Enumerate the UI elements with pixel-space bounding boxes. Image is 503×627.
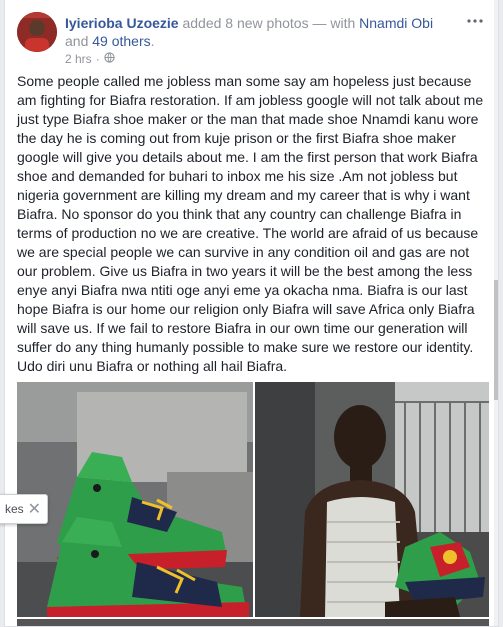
close-icon[interactable]: ✕ [28,499,41,519]
post-timestamp[interactable]: 2 hrs [65,52,92,66]
photo-shoes[interactable] [17,382,253,617]
globe-icon[interactable] [104,52,115,66]
photo-grid [17,382,489,626]
period-text: . [150,33,155,49]
shoemaker-image [255,382,489,617]
popup-text: kes [5,502,24,516]
and-text: and [65,33,93,49]
scrollbar-track[interactable] [494,0,498,626]
more-options-icon[interactable] [466,14,484,28]
tagged-person-link[interactable]: Nnamdi Obi [359,15,433,31]
tagged-others-link[interactable]: 49 others [92,33,150,49]
photo-strip[interactable] [17,619,489,626]
post-header: Iyierioba Uzoezie added 8 new photos — w… [65,14,460,50]
avatar-image [17,12,57,52]
post-action-text: added 8 new photos — with [178,15,360,31]
author-avatar[interactable] [17,12,57,52]
scrollbar-thumb[interactable] [494,280,498,400]
shoes-image [17,382,253,617]
post-meta: 2 hrs · [65,52,115,66]
chat-popup[interactable]: kes ✕ [0,494,48,524]
photo-shoemaker[interactable] [255,382,489,617]
post-card: Iyierioba Uzoezie added 8 new photos — w… [4,0,499,627]
author-name-link[interactable]: Iyierioba Uzoezie [65,15,179,31]
post-text: Some people called me jobless man some s… [17,73,484,374]
